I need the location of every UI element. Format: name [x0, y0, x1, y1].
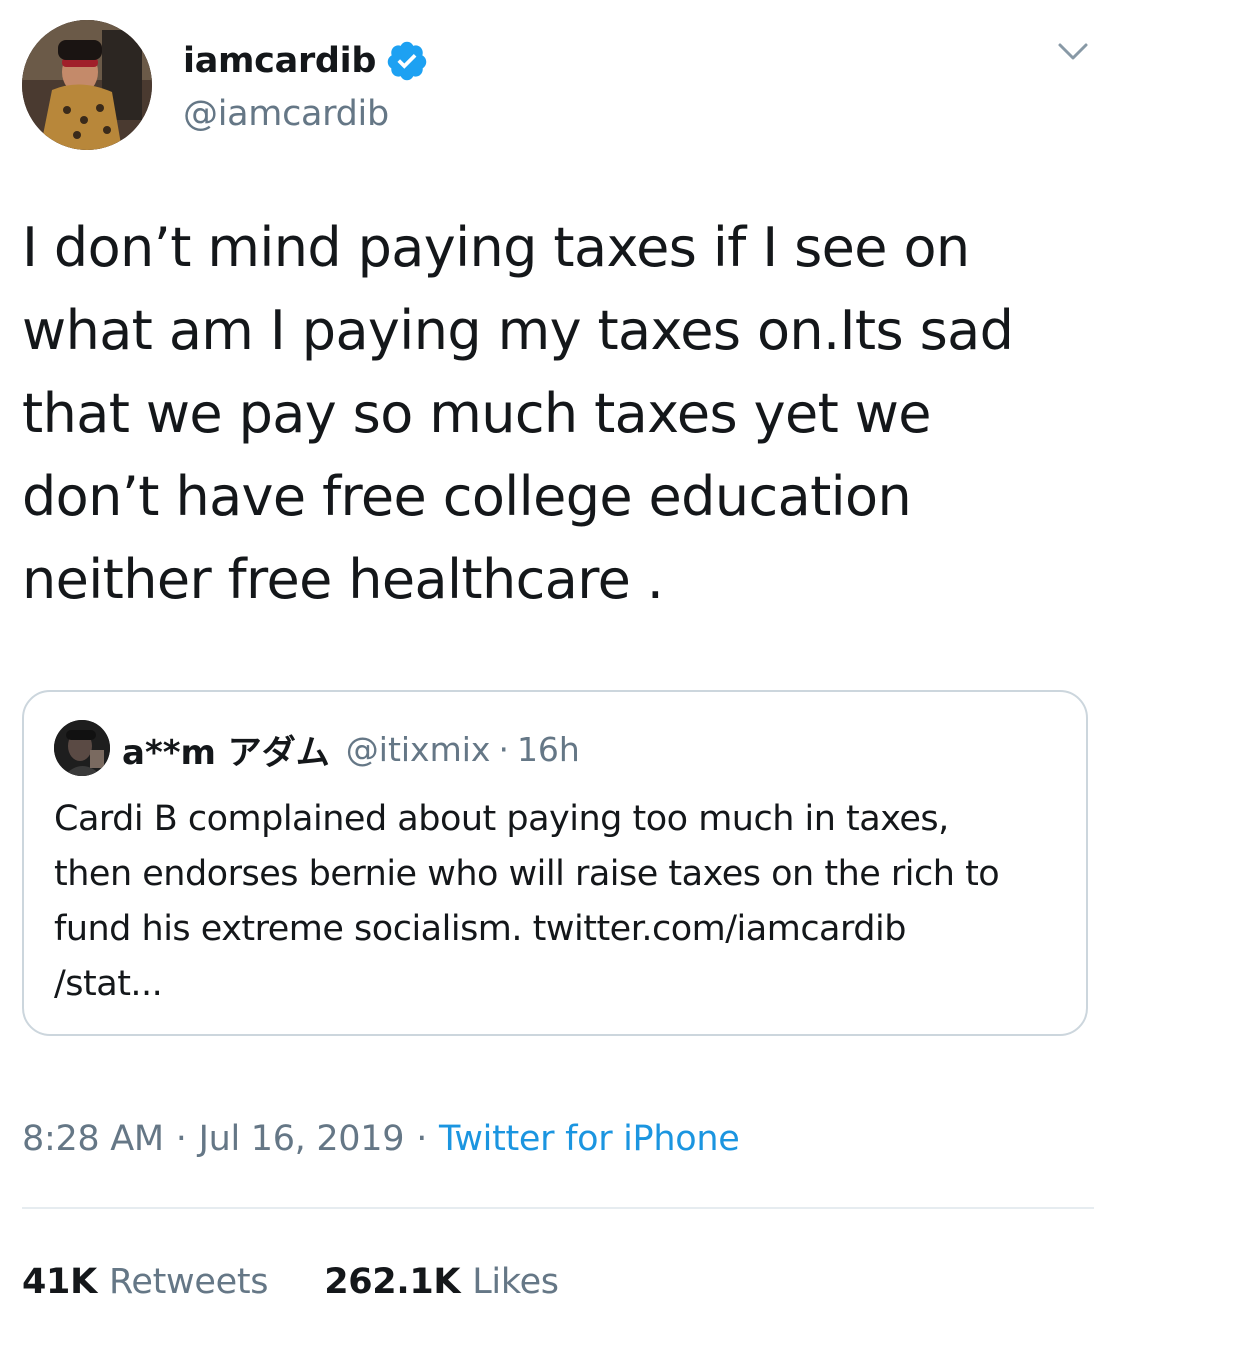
- meta-separator: ·: [416, 1119, 428, 1159]
- tweet-detail: iamcardib @iamcardib I don’t mind paying…: [0, 0, 1237, 1349]
- retweets-label: Retweets: [108, 1262, 269, 1302]
- tweet-text-line: I don’t mind paying taxes if I see on: [22, 216, 970, 279]
- author-name-row[interactable]: iamcardib: [183, 38, 429, 84]
- meta-separator: ·: [175, 1119, 187, 1159]
- author-display-name[interactable]: iamcardib: [183, 41, 376, 81]
- quoted-author-avatar: [54, 720, 110, 776]
- tweet-text: I don’t mind paying taxes if I see on wh…: [22, 206, 1102, 621]
- quoted-text-line: then endorses bernie who will raise taxe…: [54, 854, 1000, 894]
- author-avatar[interactable]: [22, 20, 152, 150]
- tweet-date[interactable]: Jul 16, 2019: [199, 1119, 405, 1159]
- avatar-photo: [22, 20, 152, 150]
- quoted-text-line: /stat...: [54, 964, 163, 1004]
- tweet-time[interactable]: 8:28 AM: [22, 1119, 164, 1159]
- quoted-author-name: a**m アダム: [122, 732, 330, 773]
- quoted-tweet-text: Cardi B complained about paying too much…: [54, 792, 1074, 1012]
- tweet-text-line: that we pay so much taxes yet we: [22, 382, 932, 445]
- tweet-stats: 41K Retweets 262.1K Likes: [22, 1258, 559, 1306]
- author-handle[interactable]: @iamcardib: [183, 94, 389, 134]
- retweets-count: 41K: [22, 1262, 97, 1302]
- quoted-avatar-photo: [54, 720, 110, 776]
- retweets-stat[interactable]: 41K Retweets: [22, 1262, 269, 1302]
- quoted-text-line: Cardi B complained about paying too much…: [54, 799, 949, 839]
- tweet-text-line: what am I paying my taxes on.Its sad: [22, 299, 1014, 362]
- quoted-author-handle: @itixmix: [345, 729, 491, 769]
- quoted-text-line: fund his extreme socialism. twitter.com/…: [54, 909, 906, 949]
- likes-count: 262.1K: [324, 1262, 461, 1302]
- quoted-separator: ·: [498, 729, 509, 769]
- tweet-text-line: neither free healthcare .: [22, 548, 664, 611]
- tweet-meta: 8:28 AM · Jul 16, 2019 · Twitter for iPh…: [22, 1115, 740, 1163]
- quoted-timestamp: 16h: [516, 729, 580, 769]
- tweet-source-link[interactable]: Twitter for iPhone: [439, 1119, 740, 1159]
- likes-label: Likes: [472, 1262, 559, 1302]
- quoted-tweet-header: a**m アダム @itixmix · 16h: [122, 726, 580, 773]
- likes-stat[interactable]: 262.1K Likes: [324, 1262, 559, 1302]
- quoted-tweet-card[interactable]: a**m アダム @itixmix · 16h Cardi B complain…: [22, 690, 1088, 1036]
- chevron-down-icon[interactable]: [1056, 36, 1090, 66]
- divider: [22, 1207, 1094, 1209]
- tweet-text-line: don’t have free college education: [22, 465, 912, 528]
- verified-badge-icon: [385, 39, 429, 83]
